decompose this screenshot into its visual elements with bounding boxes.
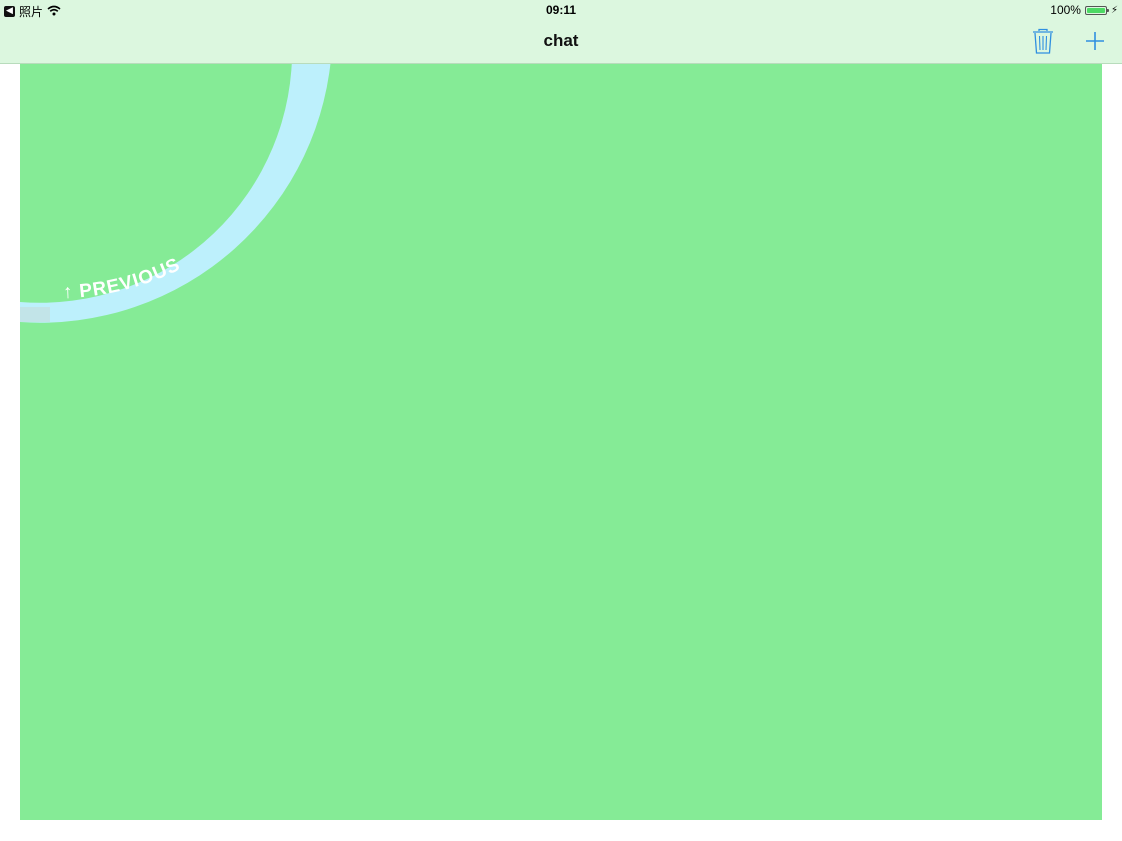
charging-bolt-icon: ⚡ [1110, 4, 1118, 16]
pull-to-load-indicator[interactable]: ↑ PREVIOUS [20, 64, 1102, 820]
status-time: 09:11 [545, 3, 577, 17]
status-bar: ◀ 照片 09:11 100% ⚡ [0, 0, 1122, 20]
navigation-bar: chat [0, 20, 1122, 64]
trash-icon [1033, 28, 1053, 54]
delete-button[interactable] [1028, 26, 1058, 56]
chat-content-area[interactable]: ↑ PREVIOUS [20, 64, 1102, 820]
page-title: chat [543, 31, 579, 50]
battery-icon [1084, 5, 1109, 15]
pull-arc-tail [20, 307, 50, 322]
battery-percent: 100% [1050, 3, 1081, 17]
battery-level-fill [1086, 7, 1105, 13]
plus-icon [1086, 32, 1104, 50]
add-button[interactable] [1080, 26, 1110, 56]
nav-actions [1028, 26, 1110, 56]
status-right: 100% ⚡ [1050, 3, 1118, 17]
